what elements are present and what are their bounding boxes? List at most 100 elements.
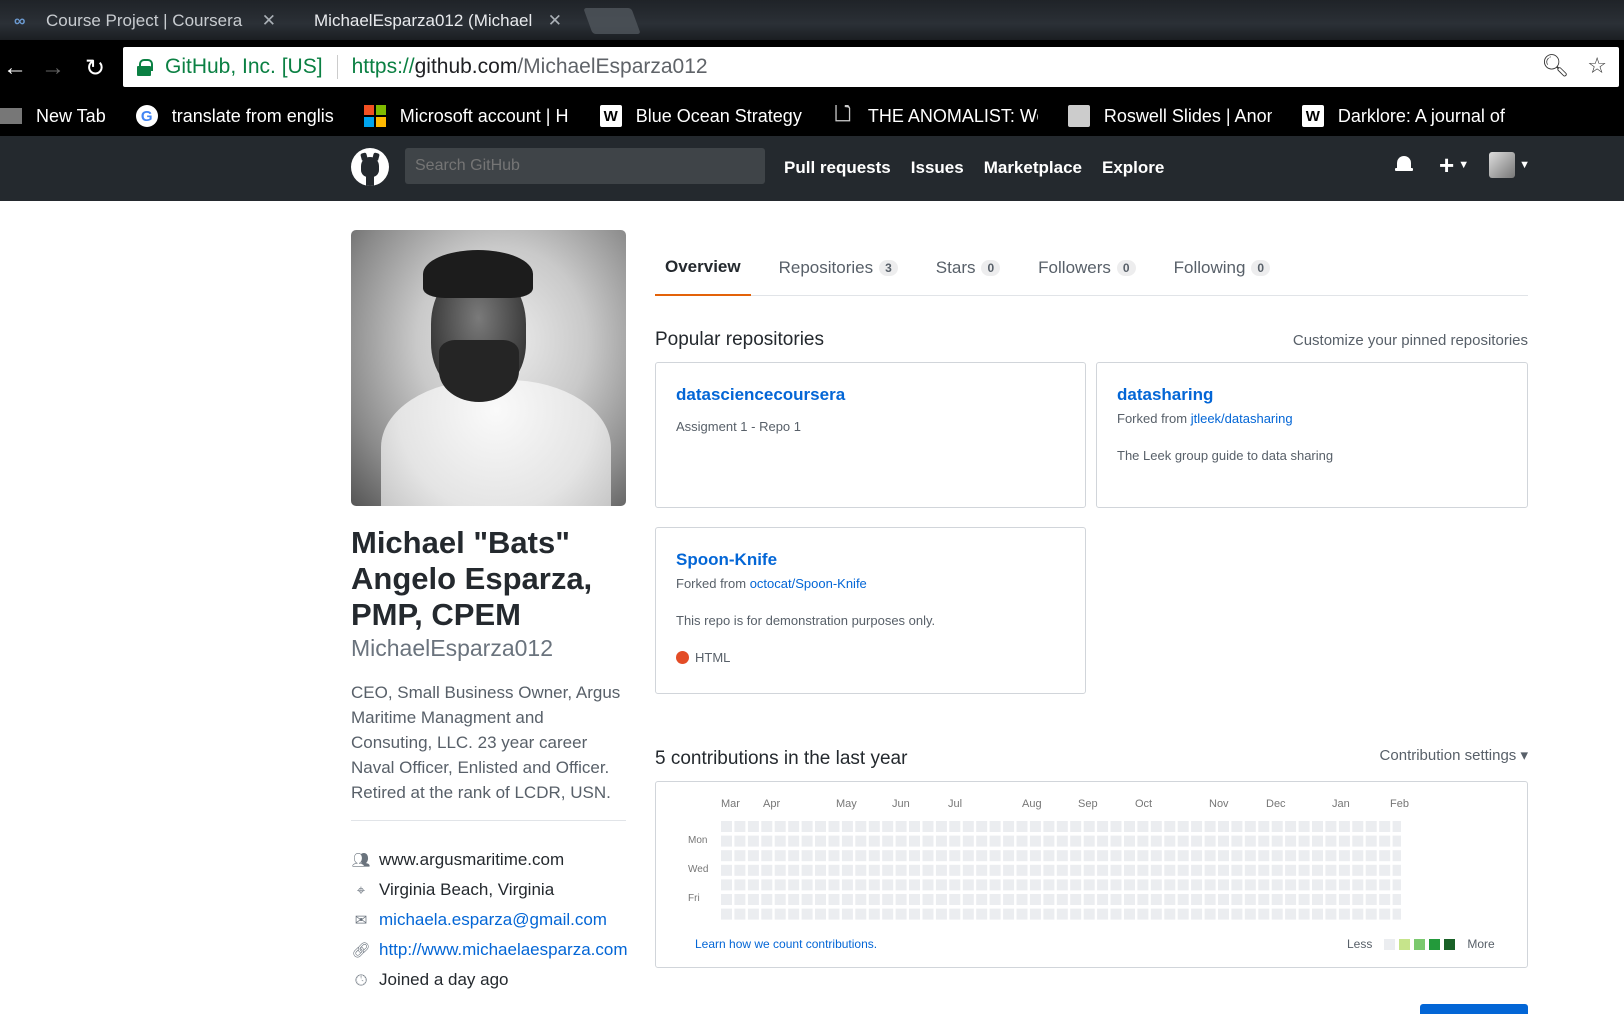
contribution-day[interactable] xyxy=(1083,821,1095,832)
contribution-day[interactable] xyxy=(1204,864,1216,876)
new-tab-button[interactable] xyxy=(583,8,641,34)
contribution-day[interactable] xyxy=(949,835,961,847)
contribution-day[interactable] xyxy=(1016,894,1028,905)
contribution-day[interactable] xyxy=(721,894,732,905)
contribution-day[interactable] xyxy=(868,821,880,832)
contribution-day[interactable] xyxy=(949,821,961,832)
contribution-day[interactable] xyxy=(1338,894,1350,905)
contribution-day[interactable] xyxy=(1231,821,1243,832)
contribution-day[interactable] xyxy=(1244,894,1256,905)
contribution-day[interactable] xyxy=(935,821,947,832)
contribution-day[interactable] xyxy=(1056,850,1068,862)
fork-source-link[interactable]: octocat/Spoon-Knife xyxy=(750,576,867,591)
contribution-day[interactable] xyxy=(1338,864,1350,876)
repo-name-link[interactable]: datasciencecoursera xyxy=(676,385,1065,405)
contribution-day[interactable] xyxy=(815,821,826,832)
contribution-day[interactable] xyxy=(1325,835,1337,847)
contribution-day[interactable] xyxy=(1097,894,1109,905)
contribution-day[interactable] xyxy=(1338,821,1350,832)
contribution-day[interactable] xyxy=(815,850,826,862)
contribution-day[interactable] xyxy=(1150,850,1162,862)
contribution-day[interactable] xyxy=(747,835,759,847)
contribution-day[interactable] xyxy=(1392,821,1401,832)
contribution-day[interactable] xyxy=(774,879,786,891)
contribution-day[interactable] xyxy=(1298,835,1310,847)
contribution-day[interactable] xyxy=(1231,879,1243,891)
contribution-day[interactable] xyxy=(1150,894,1162,905)
contribution-day[interactable] xyxy=(909,850,920,862)
contribution-day[interactable] xyxy=(1271,879,1283,891)
contribution-day[interactable] xyxy=(935,879,947,891)
contribution-day[interactable] xyxy=(815,894,826,905)
contribution-day[interactable] xyxy=(1056,864,1068,876)
contribution-day[interactable] xyxy=(1124,879,1135,891)
contribution-day[interactable] xyxy=(1070,850,1082,862)
contribution-day[interactable] xyxy=(922,894,934,905)
contribution-day[interactable] xyxy=(1177,864,1189,876)
contribution-day[interactable] xyxy=(962,864,974,876)
contribution-day[interactable] xyxy=(1110,850,1122,862)
contribution-day[interactable] xyxy=(1177,821,1189,832)
contribution-day[interactable] xyxy=(949,894,961,905)
contribution-day[interactable] xyxy=(734,908,746,920)
contribution-day[interactable] xyxy=(1392,864,1401,876)
contribution-day[interactable] xyxy=(815,864,826,876)
contribution-day[interactable] xyxy=(1231,864,1243,876)
contribution-day[interactable] xyxy=(1110,835,1122,847)
contribution-day[interactable] xyxy=(976,879,988,891)
contribution-day[interactable] xyxy=(774,821,786,832)
contribution-day[interactable] xyxy=(734,879,746,891)
bookmark-roswell[interactable]: Roswell Slides | Anom xyxy=(1067,105,1272,127)
tab-following[interactable]: Following 0 xyxy=(1164,240,1281,296)
contribution-day[interactable] xyxy=(774,894,786,905)
contribution-day[interactable] xyxy=(721,864,732,876)
follow-button[interactable] xyxy=(1420,1004,1528,1014)
contribution-day[interactable] xyxy=(1164,894,1176,905)
contribution-day[interactable] xyxy=(1204,835,1216,847)
contribution-day[interactable] xyxy=(1338,879,1350,891)
contribution-day[interactable] xyxy=(1191,821,1203,832)
contribution-day[interactable] xyxy=(855,850,867,862)
contribution-day[interactable] xyxy=(1312,821,1323,832)
contribution-day[interactable] xyxy=(989,894,1001,905)
contribution-day[interactable] xyxy=(774,908,786,920)
contribution-day[interactable] xyxy=(895,879,907,891)
contribution-day[interactable] xyxy=(1392,894,1401,905)
contribution-day[interactable] xyxy=(922,821,934,832)
contribution-day[interactable] xyxy=(882,821,894,832)
repo-name-link[interactable]: Spoon-Knife xyxy=(676,550,1065,570)
contribution-day[interactable] xyxy=(841,850,853,862)
contribution-day[interactable] xyxy=(815,879,826,891)
contribution-day[interactable] xyxy=(1029,821,1041,832)
contribution-day[interactable] xyxy=(1285,821,1297,832)
ev-certificate-label[interactable]: GitHub, Inc. [US] xyxy=(165,55,323,79)
contribution-day[interactable] xyxy=(1003,821,1015,832)
contribution-day[interactable] xyxy=(1204,850,1216,862)
contribution-day[interactable] xyxy=(1016,879,1028,891)
contribution-day[interactable] xyxy=(935,864,947,876)
contribution-day[interactable] xyxy=(1244,835,1256,847)
contribution-day[interactable] xyxy=(1110,821,1122,832)
tab-stars[interactable]: Stars 0 xyxy=(926,240,1010,296)
contribution-day[interactable] xyxy=(1164,835,1176,847)
contribution-day[interactable] xyxy=(1379,908,1391,920)
contribution-day[interactable] xyxy=(855,864,867,876)
contribution-day[interactable] xyxy=(1150,864,1162,876)
contribution-day[interactable] xyxy=(1177,835,1189,847)
contribution-day[interactable] xyxy=(1164,864,1176,876)
contribution-day[interactable] xyxy=(1191,879,1203,891)
contribution-day[interactable] xyxy=(1285,894,1297,905)
contribution-day[interactable] xyxy=(1392,879,1401,891)
contribution-day[interactable] xyxy=(1164,821,1176,832)
contribution-day[interactable] xyxy=(976,894,988,905)
contribution-day[interactable] xyxy=(747,850,759,862)
profile-photo[interactable] xyxy=(351,230,626,506)
contribution-day[interactable] xyxy=(1392,850,1401,862)
contribution-day[interactable] xyxy=(1204,894,1216,905)
contribution-day[interactable] xyxy=(1137,908,1149,920)
contribution-day[interactable] xyxy=(1150,821,1162,832)
browser-tab-coursera[interactable]: ∞ Course Project | Coursera ✕ xyxy=(0,2,290,40)
contribution-day[interactable] xyxy=(935,908,947,920)
contribution-day[interactable] xyxy=(1137,850,1149,862)
contribution-day[interactable] xyxy=(801,879,813,891)
